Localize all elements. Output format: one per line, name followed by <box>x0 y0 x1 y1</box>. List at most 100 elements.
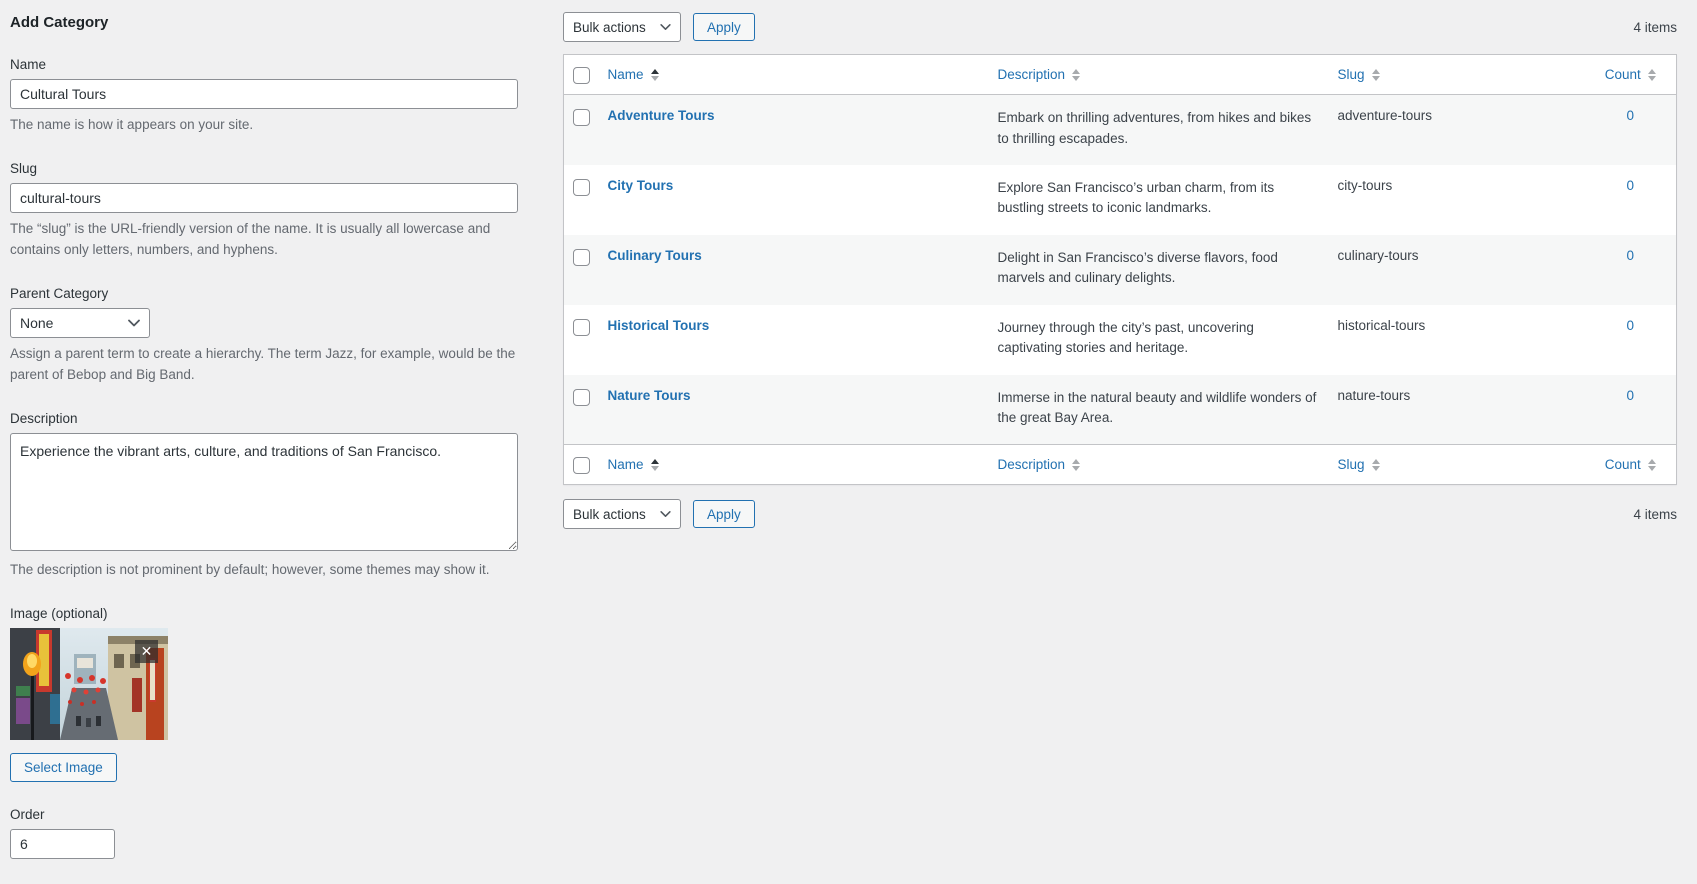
column-header-description-label: Description <box>997 67 1066 82</box>
row-checkbox[interactable] <box>573 109 590 126</box>
column-footer-name: Name <box>597 444 988 485</box>
column-footer-count-label: Count <box>1604 457 1641 472</box>
column-footer-slug: Slug <box>1327 444 1585 485</box>
column-header-slug-label: Slug <box>1337 67 1365 82</box>
page-title: Add Category <box>10 14 109 31</box>
description-help-text: The description is not prominent by defa… <box>10 561 490 577</box>
slug-label: Slug <box>10 160 38 176</box>
close-icon[interactable]: ✕ <box>135 639 158 663</box>
sort-arrows-icon <box>650 458 659 471</box>
slug-input[interactable] <box>10 182 518 213</box>
categories-list-panel: Bulk actions Apply 4 items Name Descript… <box>563 10 1677 884</box>
order-label: Order <box>10 806 45 822</box>
category-count-link[interactable]: 0 <box>1626 248 1634 263</box>
category-description: Explore San Francisco’s urban charm, fro… <box>997 179 1275 216</box>
parent-category-field-group: Parent Category None Assign a parent ter… <box>10 286 518 386</box>
parent-category-help-text: Assign a parent term to create a hierarc… <box>10 345 516 382</box>
table-footer: Name Description Slug Count <box>563 444 1677 485</box>
table-row: Nature Tours Immerse in the natural beau… <box>563 374 1677 445</box>
description-label: Description <box>10 410 78 426</box>
name-field-group: Name The name is how it appears on your … <box>10 57 518 136</box>
sort-arrows-icon <box>1371 68 1380 81</box>
category-name-link[interactable]: Historical Tours <box>608 318 710 333</box>
column-header-name-label: Name <box>607 67 644 82</box>
category-description: Delight in San Francisco’s diverse flavo… <box>997 249 1278 286</box>
sort-by-count-link[interactable]: Count <box>1605 67 1656 82</box>
table-row: Adventure Tours Embark on thrilling adve… <box>563 94 1677 165</box>
order-input[interactable] <box>10 828 115 859</box>
sort-arrows-icon <box>1072 68 1081 81</box>
column-header-name: Name <box>597 54 988 95</box>
name-input[interactable] <box>10 79 518 109</box>
row-checkbox[interactable] <box>573 248 590 266</box>
column-footer-name-label: Name <box>607 457 644 472</box>
sort-by-slug-link[interactable]: Slug <box>1338 67 1380 82</box>
apply-button-top[interactable]: Apply <box>693 13 755 41</box>
column-header-description: Description <box>987 54 1328 95</box>
sort-arrows-icon <box>1647 458 1656 471</box>
select-all-checkbox-top[interactable] <box>573 67 590 84</box>
table-row: Historical Tours Journey through the cit… <box>563 304 1677 375</box>
category-description: Journey through the city’s past, uncover… <box>997 319 1254 356</box>
items-count-top: 4 items <box>1633 19 1677 35</box>
sort-by-description-link[interactable]: Description <box>998 457 1081 472</box>
select-image-button[interactable]: Select Image <box>10 752 117 782</box>
apply-button-bottom[interactable]: Apply <box>693 500 755 528</box>
column-footer-description: Description <box>987 444 1328 485</box>
sort-by-count-link[interactable]: Count <box>1605 457 1656 472</box>
description-field-group: Description Experience the vibrant arts,… <box>10 411 518 581</box>
sort-by-name-link[interactable]: Name <box>608 457 659 472</box>
slug-field-group: Slug The “slug” is the URL-friendly vers… <box>10 161 518 261</box>
sort-arrows-icon <box>1647 68 1656 81</box>
category-description: Embark on thrilling adventures, from hik… <box>997 110 1312 146</box>
add-category-page: Add Category Name The name is how it app… <box>0 0 1697 884</box>
category-name-link[interactable]: City Tours <box>608 178 674 193</box>
column-header-slug: Slug <box>1327 54 1585 95</box>
row-checkbox[interactable] <box>573 318 590 336</box>
parent-category-select[interactable]: None <box>10 307 150 338</box>
categories-table: Name Description Slug Count Adventure To… <box>563 54 1677 485</box>
category-count-link[interactable]: 0 <box>1626 108 1634 123</box>
column-header-count: Count <box>1584 54 1677 95</box>
sort-arrows-icon <box>1371 458 1380 471</box>
add-category-form: Add Category Name The name is how it app… <box>10 10 518 884</box>
column-footer-slug-label: Slug <box>1337 457 1365 472</box>
category-slug: adventure-tours <box>1337 108 1433 123</box>
category-name-link[interactable]: Adventure Tours <box>608 108 715 123</box>
column-footer-count: Count <box>1584 444 1677 485</box>
bottom-toolbar: Bulk actions Apply 4 items <box>563 499 1677 529</box>
name-label: Name <box>10 57 47 72</box>
select-all-checkbox-bottom[interactable] <box>573 457 590 474</box>
category-description: Immerse in the natural beauty and wildli… <box>997 389 1317 426</box>
name-help-text: The name is how it appears on your site. <box>10 117 254 132</box>
top-toolbar: Bulk actions Apply 4 items <box>563 12 1677 42</box>
bulk-actions-select-top[interactable]: Bulk actions <box>563 12 681 42</box>
table-header: Name Description Slug Count <box>563 54 1677 95</box>
slug-help-text: The “slug” is the URL-friendly version o… <box>10 220 491 257</box>
category-slug: nature-tours <box>1337 387 1411 403</box>
table-row: City Tours Explore San Francisco’s urban… <box>563 164 1677 235</box>
category-name-link[interactable]: Nature Tours <box>608 388 691 403</box>
image-label: Image (optional) <box>10 605 108 621</box>
column-header-count-label: Count <box>1604 67 1641 82</box>
sort-by-slug-link[interactable]: Slug <box>1338 457 1380 472</box>
row-checkbox[interactable] <box>573 178 590 196</box>
category-slug: historical-tours <box>1337 317 1426 333</box>
row-checkbox[interactable] <box>573 388 590 406</box>
order-field-group: Order <box>10 807 518 859</box>
category-count-link[interactable]: 0 <box>1626 388 1634 403</box>
column-footer-description-label: Description <box>997 457 1066 472</box>
category-slug: city-tours <box>1337 177 1393 193</box>
sort-by-description-link[interactable]: Description <box>998 67 1081 82</box>
bulk-actions-select-bottom[interactable]: Bulk actions <box>563 499 681 529</box>
category-count-link[interactable]: 0 <box>1626 318 1634 333</box>
category-image-thumbnail: ✕ <box>10 627 168 740</box>
parent-category-label: Parent Category <box>10 285 109 301</box>
category-name-link[interactable]: Culinary Tours <box>608 248 702 263</box>
image-field-group: Image (optional) ✕ Select Image Order 6 <box>10 606 518 859</box>
sort-by-name-link[interactable]: Name <box>608 67 659 82</box>
category-count-link[interactable]: 0 <box>1626 178 1634 193</box>
sort-arrows-icon <box>650 68 659 81</box>
description-textarea[interactable]: Experience the vibrant arts, culture, an… <box>10 432 518 551</box>
sort-arrows-icon <box>1072 458 1081 471</box>
